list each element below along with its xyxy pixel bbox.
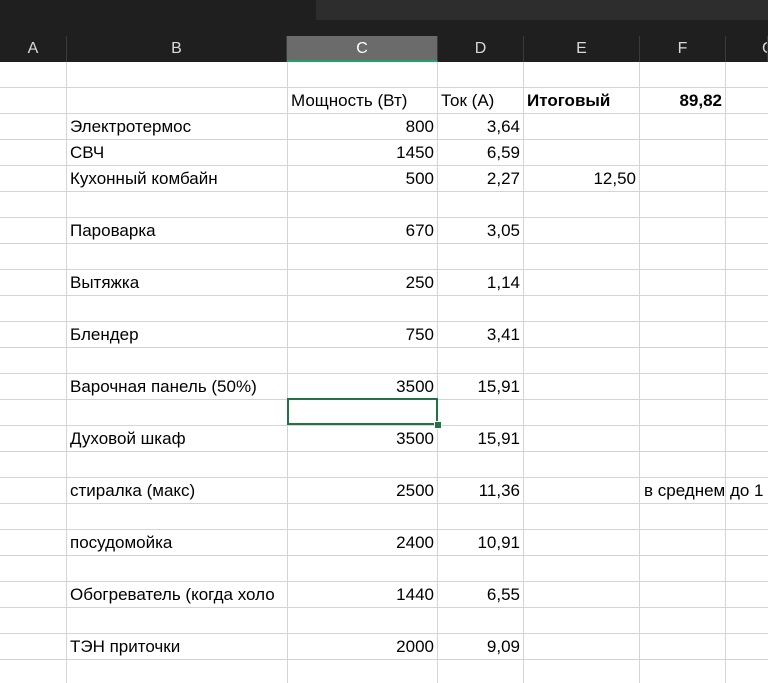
formula-bar-area[interactable]: [316, 0, 768, 20]
appliance-name[interactable]: стиралка (макс): [70, 478, 195, 504]
appliance-power[interactable]: 1450: [288, 140, 434, 166]
appliance-current[interactable]: 2,27: [438, 166, 520, 192]
column-header-c[interactable]: C: [287, 36, 438, 62]
appliance-current[interactable]: 3,05: [438, 218, 520, 244]
appliance-name[interactable]: Обогреватель (когда холо: [70, 582, 287, 608]
header-power[interactable]: Мощность (Вт): [291, 88, 407, 114]
appliance-name[interactable]: Духовой шкаф: [70, 426, 186, 452]
appliance-name[interactable]: Электротермос: [70, 114, 191, 140]
note-text[interactable]: в среднем до 1: [644, 478, 768, 504]
appliance-current[interactable]: 15,91: [438, 426, 520, 452]
appliance-current[interactable]: 9,09: [438, 634, 520, 660]
appliance-current[interactable]: 11,36: [438, 478, 520, 504]
appliance-current[interactable]: 3,64: [438, 114, 520, 140]
appliance-power[interactable]: 500: [288, 166, 434, 192]
column-headers: A B C D E F G: [0, 36, 768, 62]
appliance-current[interactable]: 6,55: [438, 582, 520, 608]
header-total-label[interactable]: Итоговый: [527, 88, 610, 114]
appliance-current[interactable]: 1,14: [438, 270, 520, 296]
appliance-current[interactable]: 3,41: [438, 322, 520, 348]
fill-handle[interactable]: [434, 421, 442, 429]
appliance-power[interactable]: 3500: [288, 426, 434, 452]
appliance-power[interactable]: 250: [288, 270, 434, 296]
appliance-power[interactable]: 3500: [288, 374, 434, 400]
appliance-current[interactable]: 6,59: [438, 140, 520, 166]
appliance-name[interactable]: СВЧ: [70, 140, 104, 166]
ribbon-strip: [0, 0, 768, 36]
appliance-name[interactable]: Вытяжка: [70, 270, 139, 296]
header-total-value[interactable]: 89,82: [640, 88, 722, 114]
appliance-power[interactable]: 800: [288, 114, 434, 140]
appliance-power[interactable]: 2000: [288, 634, 434, 660]
appliance-power[interactable]: 2500: [288, 478, 434, 504]
appliance-power[interactable]: 1440: [288, 582, 434, 608]
appliance-name[interactable]: посудомойка: [70, 530, 172, 556]
column-header-f[interactable]: F: [640, 36, 726, 62]
appliance-power[interactable]: 750: [288, 322, 434, 348]
column-header-e[interactable]: E: [524, 36, 640, 62]
appliance-name[interactable]: Кухонный комбайн: [70, 166, 218, 192]
appliance-power[interactable]: 670: [288, 218, 434, 244]
appliance-name[interactable]: ТЭН приточки: [70, 634, 180, 660]
active-cell-selection[interactable]: [287, 398, 438, 425]
appliance-current[interactable]: 10,91: [438, 530, 520, 556]
appliance-name[interactable]: Пароварка: [70, 218, 156, 244]
spreadsheet-grid[interactable]: Мощность (Вт) Ток (А) Итоговый 89,82 Эле…: [0, 62, 768, 683]
column-header-a[interactable]: A: [0, 36, 67, 62]
appliance-name[interactable]: Блендер: [70, 322, 139, 348]
appliance-current[interactable]: 15,91: [438, 374, 520, 400]
appliance-name[interactable]: Варочная панель (50%): [70, 374, 257, 400]
header-current[interactable]: Ток (А): [441, 88, 494, 114]
extra-value[interactable]: 12,50: [524, 166, 636, 192]
column-header-d[interactable]: D: [438, 36, 524, 62]
column-header-b[interactable]: B: [67, 36, 287, 62]
column-header-g[interactable]: G: [726, 36, 768, 62]
appliance-power[interactable]: 2400: [288, 530, 434, 556]
